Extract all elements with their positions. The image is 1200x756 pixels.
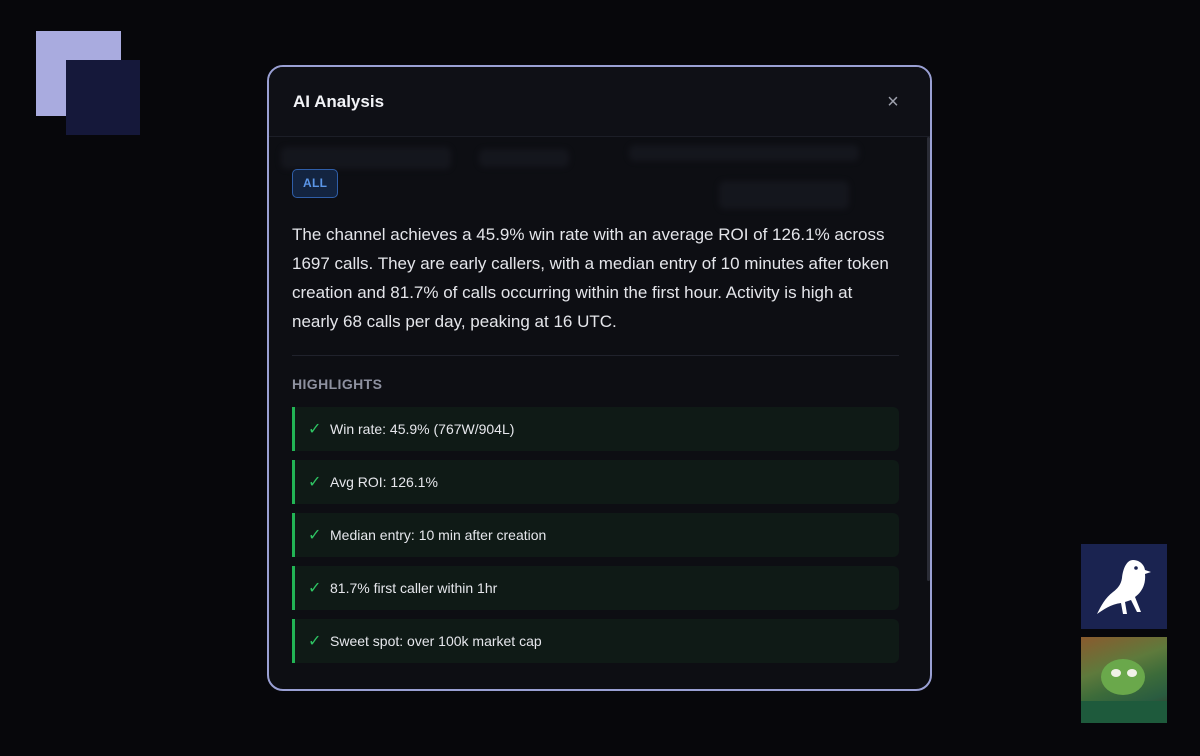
highlight-text: Avg ROI: 126.1%: [330, 474, 438, 490]
highlight-item: ✓ Avg ROI: 126.1%: [292, 460, 899, 504]
highlights-list: ✓ Win rate: 45.9% (767W/904L) ✓ Avg ROI:…: [292, 407, 899, 663]
highlight-item: ✓ Win rate: 45.9% (767W/904L): [292, 407, 899, 451]
analysis-summary: The channel achieves a 45.9% win rate wi…: [292, 225, 889, 331]
highlight-text: Win rate: 45.9% (767W/904L): [330, 421, 515, 437]
pepe-image-thumbnail[interactable]: [1081, 637, 1167, 723]
check-icon: ✓: [308, 421, 322, 438]
highlight-item: ✓ 81.7% first caller within 1hr: [292, 566, 899, 610]
check-icon: ✓: [308, 527, 322, 544]
check-icon: ✓: [308, 580, 322, 597]
pepe-face: [1101, 659, 1145, 695]
pepe-table: [1081, 701, 1167, 723]
check-icon: ✓: [308, 474, 322, 491]
highlight-item: ✓ Sweet spot: over 100k market cap: [292, 619, 899, 663]
pepe-eye: [1127, 669, 1137, 677]
highlights-title: HIGHLIGHTS: [292, 376, 383, 392]
highlight-item: ✓ Median entry: 10 min after creation: [292, 513, 899, 557]
highlight-text: Median entry: 10 min after creation: [330, 527, 547, 543]
modal-title: AI Analysis: [293, 91, 385, 111]
highlight-text: 81.7% first caller within 1hr: [330, 580, 498, 596]
raven-logo-thumbnail[interactable]: [1081, 544, 1167, 629]
close-icon[interactable]: ×: [880, 89, 906, 115]
divider: [292, 355, 899, 356]
modal-header: AI Analysis ×: [269, 67, 930, 137]
check-icon: ✓: [308, 633, 322, 650]
raven-icon: [1097, 559, 1151, 614]
modal-body: ALL The channel achieves a 45.9% win rat…: [269, 137, 930, 663]
highlight-text: Sweet spot: over 100k market cap: [330, 633, 542, 649]
filter-tag-all[interactable]: ALL: [292, 169, 339, 198]
decorative-square-dark: [66, 60, 140, 135]
pepe-eye: [1111, 669, 1121, 677]
ai-analysis-modal: AI Analysis × ALL The channel achieves a…: [267, 65, 932, 691]
